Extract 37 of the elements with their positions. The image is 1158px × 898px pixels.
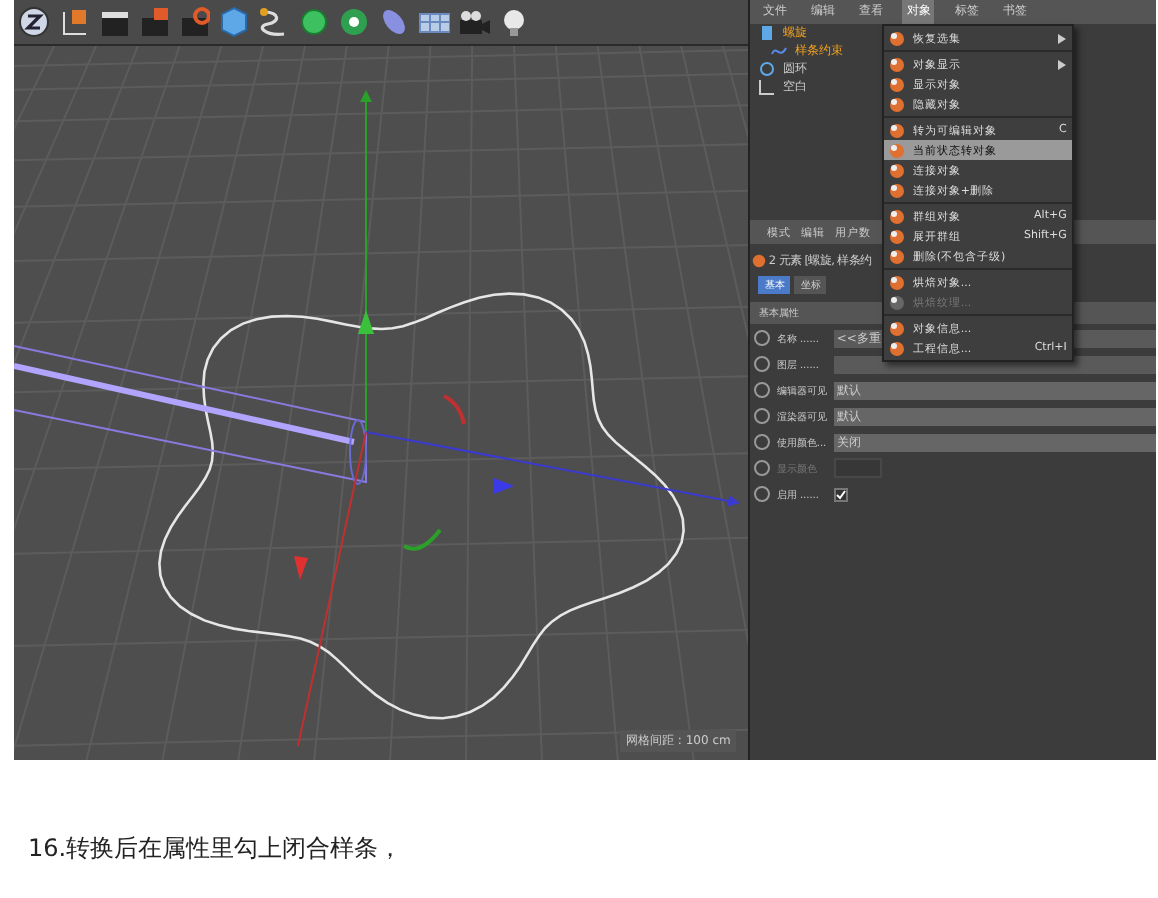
clapper-icon[interactable]: [98, 6, 130, 38]
animation-radio[interactable]: [754, 434, 771, 450]
animation-radio[interactable]: [754, 486, 771, 502]
object-action-icon: [888, 207, 907, 225]
caption-text: 16.转换后在属性里勾上闭合样条，: [28, 832, 405, 866]
object-icon: [752, 253, 767, 267]
object-action-icon: [888, 247, 907, 265]
animation-radio[interactable]: [754, 330, 771, 346]
object-action-icon: [888, 273, 907, 291]
cylinder-wireframe-drawing[interactable]: [14, 345, 367, 485]
submenu-arrow-icon: [1058, 59, 1067, 69]
object-action-icon: [888, 75, 907, 93]
object-action-icon: [888, 141, 907, 159]
checkbox[interactable]: [834, 487, 849, 501]
submenu-arrow-icon: [1058, 33, 1067, 43]
object-action-icon: [888, 181, 907, 199]
animation-radio[interactable]: [754, 356, 771, 372]
object-action-icon: [888, 227, 907, 245]
object-action-icon: [888, 95, 907, 113]
animation-radio[interactable]: [754, 382, 771, 398]
sphere-icon[interactable]: [298, 6, 330, 38]
object-action-icon: [888, 319, 907, 337]
rotation-arc[interactable]: [403, 528, 442, 551]
object-action-icon: [888, 293, 907, 311]
object-action-icon: [888, 339, 907, 357]
object-action-icon: [888, 29, 907, 47]
camera-icon[interactable]: [458, 6, 490, 38]
object-action-icon: [888, 121, 907, 139]
pen-spline-icon[interactable]: [258, 6, 290, 38]
cube-icon[interactable]: [218, 6, 250, 38]
axis-cube-icon[interactable]: [58, 6, 90, 38]
closed-spline-curve[interactable]: [158, 292, 685, 720]
light-bulb-icon[interactable]: [498, 6, 530, 38]
object-action-icon: [888, 161, 907, 179]
object-action-icon: [888, 55, 907, 73]
animation-radio[interactable]: [754, 408, 771, 424]
y-move-handle[interactable]: [358, 310, 374, 334]
